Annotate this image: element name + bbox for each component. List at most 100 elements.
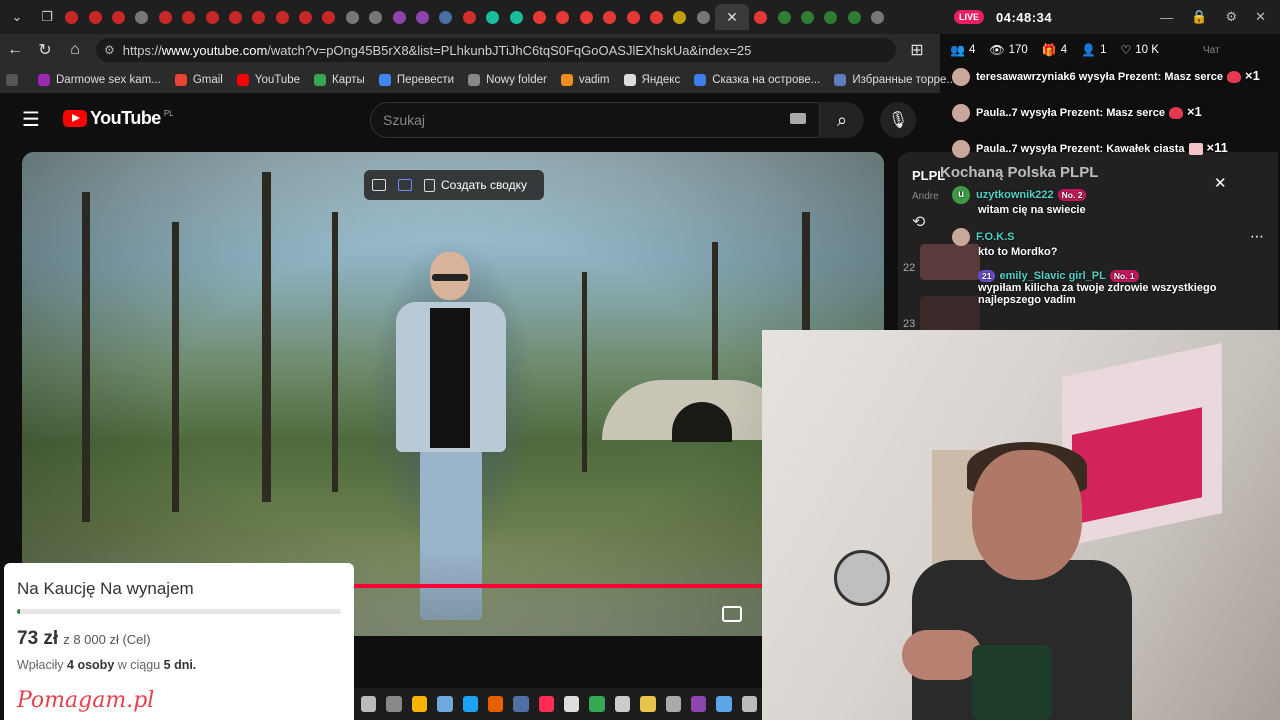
avatar[interactable] — [952, 228, 970, 246]
bookmark-item[interactable]: Перевести — [378, 73, 454, 86]
workspaces-icon[interactable]: ❐ — [34, 4, 60, 30]
repeat-icon[interactable]: ⟲ — [912, 212, 925, 232]
browser-tab[interactable] — [458, 4, 481, 30]
browser-tab[interactable] — [387, 4, 410, 30]
tab-favicon-icon — [275, 10, 289, 24]
search-input[interactable] — [383, 112, 783, 128]
taskbar-app-icon[interactable] — [361, 696, 377, 712]
subtitles-icon[interactable] — [722, 606, 742, 622]
lock-icon[interactable]: 🔒 — [1191, 9, 1207, 25]
bookmark-item[interactable]: Gmail — [174, 73, 223, 86]
taskbar-app-icon[interactable] — [487, 696, 504, 712]
browser-tab[interactable] — [317, 4, 340, 30]
browser-tab[interactable] — [154, 4, 177, 30]
home-icon[interactable]: ⌂ — [60, 36, 90, 64]
close-tab-icon[interactable]: ✕ — [726, 9, 738, 26]
bookmark-item[interactable]: Карты — [314, 73, 365, 86]
keyboard-icon[interactable] — [790, 113, 806, 124]
browser-tab[interactable] — [177, 4, 200, 30]
browser-tab[interactable] — [341, 4, 364, 30]
level-badge: 21 — [978, 270, 996, 283]
browser-tab[interactable] — [598, 4, 621, 30]
browser-tab[interactable] — [130, 4, 153, 30]
browser-tab[interactable] — [107, 4, 130, 30]
taskbar-app-icon[interactable] — [690, 696, 707, 712]
bookmark-item[interactable]: vadim — [560, 73, 610, 86]
browser-tab[interactable] — [504, 4, 527, 30]
bookmarks-menu-icon[interactable] — [6, 73, 24, 86]
search-box[interactable] — [370, 102, 820, 138]
site-info-icon[interactable]: ⚙ — [104, 43, 115, 57]
youtube-logo[interactable]: YouTube PL — [63, 108, 174, 129]
bookmark-item[interactable]: Сказка на острове... — [694, 73, 820, 86]
browser-tab[interactable] — [60, 4, 83, 30]
browser-tab[interactable] — [528, 4, 551, 30]
bookmark-item[interactable]: Избранные торре... — [834, 73, 956, 86]
avatar[interactable] — [952, 104, 970, 123]
browser-tab[interactable] — [866, 4, 889, 30]
bookmark-item[interactable]: Яндекс — [623, 73, 680, 86]
active-tab[interactable]: ✕ — [714, 4, 749, 30]
close-icon[interactable]: ✕ — [1214, 174, 1227, 192]
taskbar-app-icon[interactable] — [386, 696, 402, 712]
browser-tab[interactable] — [819, 4, 842, 30]
split-screen-icon[interactable]: ⊞ — [902, 36, 932, 64]
video-capture-icon[interactable] — [398, 179, 412, 191]
browser-tab[interactable] — [294, 4, 317, 30]
browser-tab[interactable] — [481, 4, 504, 30]
taskbar-app-icon[interactable] — [665, 696, 681, 712]
avatar[interactable] — [952, 140, 970, 159]
browser-tab[interactable] — [364, 4, 387, 30]
browser-tab[interactable] — [411, 4, 434, 30]
browser-tab[interactable] — [200, 4, 223, 30]
create-summary-button[interactable]: Создать сводку — [424, 178, 527, 192]
taskbar-app-icon[interactable] — [716, 696, 732, 712]
more-options-icon[interactable]: ⋯ — [1250, 228, 1264, 245]
browser-tab[interactable] — [575, 4, 598, 30]
browser-tab[interactable] — [796, 4, 819, 30]
bookmark-item[interactable]: Darmowe sex kam... — [38, 73, 161, 86]
browser-tab[interactable] — [271, 4, 294, 30]
avatar[interactable] — [952, 68, 970, 87]
chat-tab[interactable]: Чат — [1203, 45, 1220, 56]
taskbar-app-icon[interactable] — [513, 696, 529, 712]
bookmark-item[interactable]: Nowy folder — [468, 73, 547, 86]
taskbar-app-icon[interactable] — [614, 696, 631, 712]
tab-list-chevron-down-icon[interactable]: ⌄ — [4, 4, 30, 30]
browser-tab[interactable] — [843, 4, 866, 30]
taskbar-app-icon[interactable] — [640, 696, 656, 712]
browser-tab[interactable] — [434, 4, 457, 30]
settings-gear-icon[interactable]: ⚙ — [1225, 9, 1237, 25]
taskbar-app-icon[interactable] — [741, 696, 757, 712]
picture-in-picture-icon[interactable] — [372, 179, 386, 191]
minimize-icon[interactable]: — — [1160, 10, 1173, 25]
taskbar-app-icon[interactable] — [437, 696, 453, 712]
reload-icon[interactable]: ↻ — [30, 36, 60, 64]
donation-supporters: Wpłaciły 4 osoby w ciągu 5 dni. — [17, 658, 197, 672]
browser-tab[interactable] — [83, 4, 106, 30]
back-arrow-icon[interactable]: ← — [0, 36, 30, 64]
hamburger-menu-icon[interactable]: ☰ — [22, 108, 46, 132]
address-bar[interactable]: ⚙ https://www.youtube.com/watch?v=pOng45… — [96, 38, 896, 62]
playlist-author[interactable]: Andre — [912, 191, 939, 202]
close-icon[interactable]: ✕ — [1255, 9, 1266, 25]
browser-tab[interactable] — [247, 4, 270, 30]
browser-tab[interactable] — [621, 4, 644, 30]
browser-tab[interactable] — [551, 4, 574, 30]
browser-tab[interactable] — [749, 4, 772, 30]
taskbar-app-icon[interactable] — [564, 696, 580, 712]
tab-favicon-icon — [322, 10, 336, 24]
browser-tab[interactable] — [692, 4, 715, 30]
taskbar-app-icon[interactable] — [538, 696, 554, 712]
taskbar-app-icon[interactable] — [589, 696, 605, 712]
voice-search-button[interactable]: 🎙 — [880, 102, 916, 138]
browser-tab[interactable] — [224, 4, 247, 30]
avatar[interactable]: u — [952, 186, 970, 204]
taskbar-app-icon[interactable] — [411, 696, 428, 712]
search-button[interactable]: ⌕ — [820, 102, 864, 138]
bookmark-item[interactable]: YouTube — [236, 73, 300, 86]
taskbar-app-icon[interactable] — [462, 696, 478, 712]
browser-tab[interactable] — [645, 4, 668, 30]
browser-tab[interactable] — [772, 4, 795, 30]
browser-tab[interactable] — [668, 4, 691, 30]
